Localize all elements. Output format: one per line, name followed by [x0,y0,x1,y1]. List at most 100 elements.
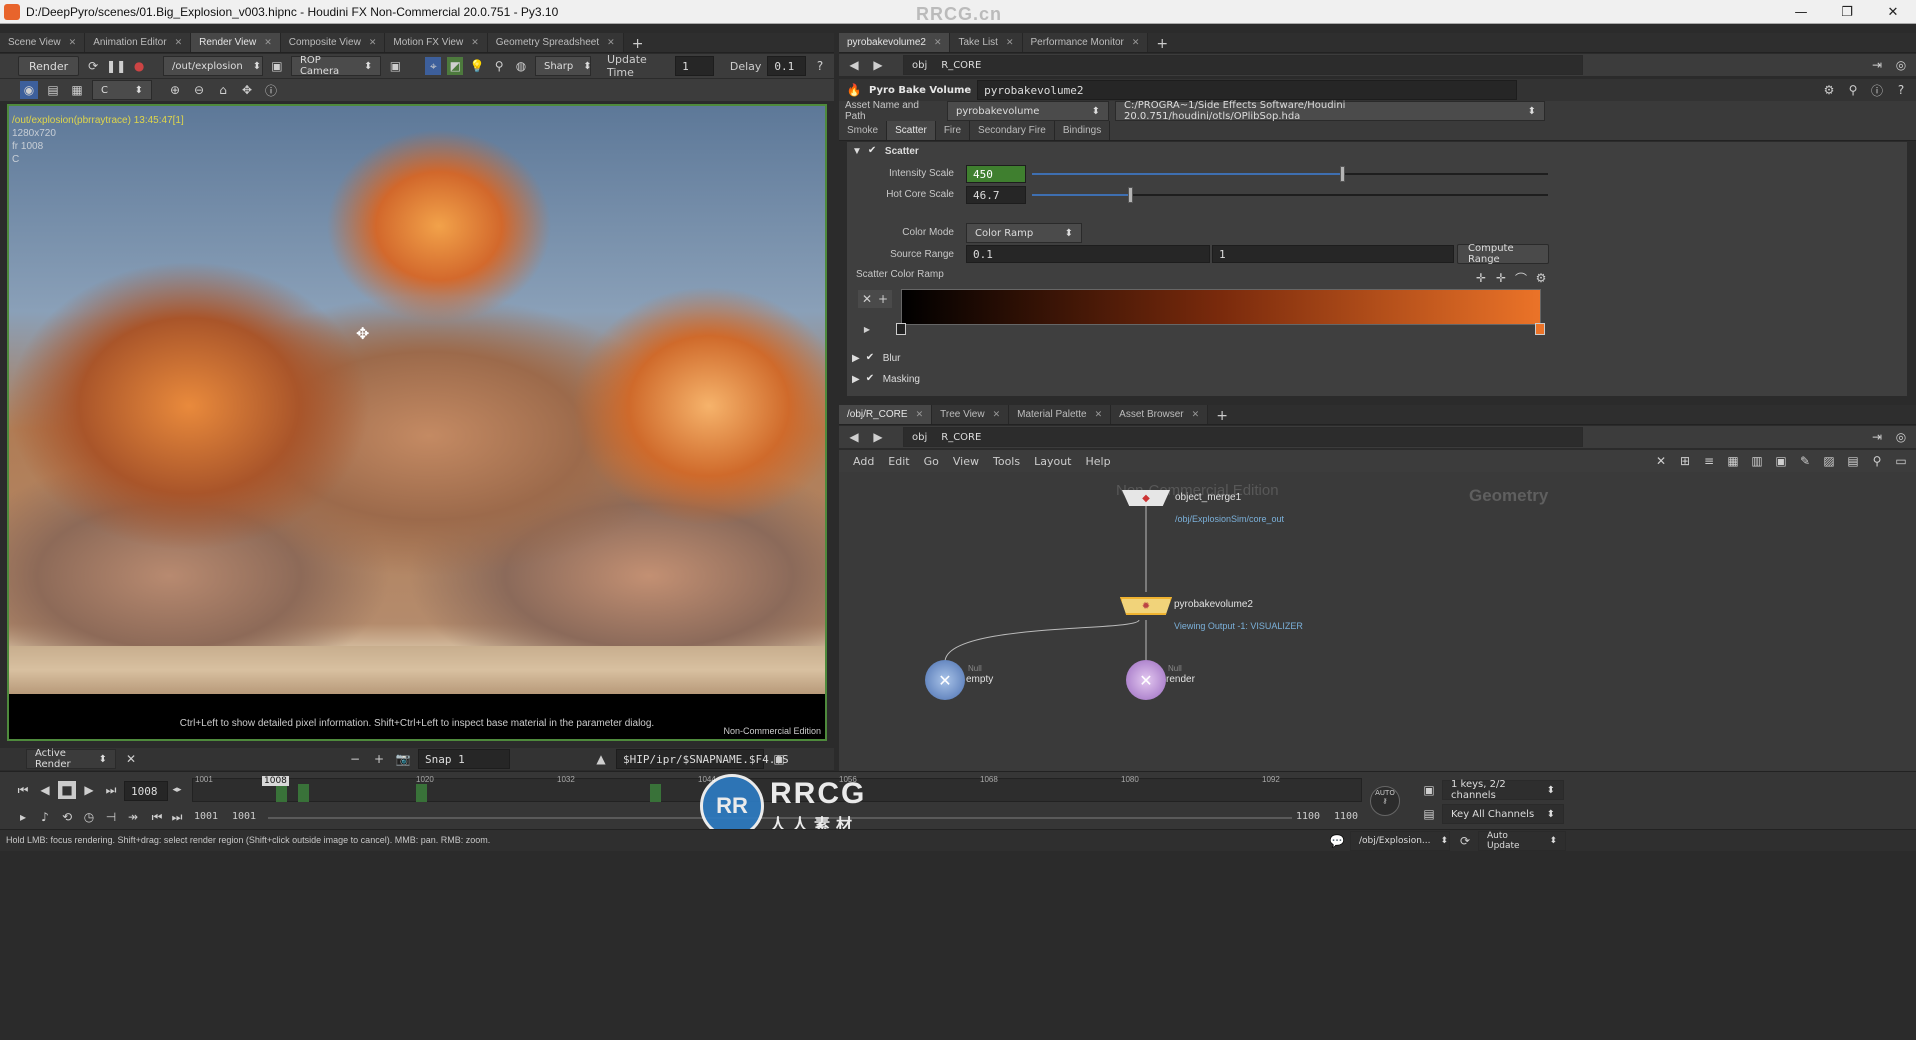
auto-update-dropdown[interactable]: Auto Update ⬍ [1478,831,1566,851]
r-core-crumb[interactable]: R_CORE [941,60,981,71]
view-mode-icon[interactable]: ◉ [20,81,38,99]
key-all-channels-dropdown[interactable]: Key All Channels ⬍ [1442,804,1564,824]
compare-icon[interactable]: ▤ [44,81,62,99]
insert-key-icon[interactable]: ✛ [1492,269,1510,287]
select-tool-icon[interactable]: ▸ [14,808,32,826]
tab-render-view[interactable]: Render View ✕ [191,33,281,52]
grid-small-icon[interactable]: ▥ [1748,452,1766,470]
menu-help[interactable]: Help [1086,455,1111,468]
scatter-section-header[interactable]: ▼ ✔ Scatter [852,146,919,158]
close-tab-icon[interactable]: ✕ [1132,37,1140,48]
tab-geometry-spreadsheet[interactable]: Geometry Spreadsheet ✕ [487,33,624,52]
rop-path-dropdown[interactable]: /out/explosion ⬍ [163,56,264,76]
search-icon[interactable]: ⚲ [1844,81,1862,99]
pyrobakevolume-node[interactable]: ✹ [1120,597,1172,615]
box-icon[interactable]: ▤ [1844,452,1862,470]
hotcore-slider-handle[interactable] [1128,187,1133,203]
ramp-key-start[interactable] [896,323,906,335]
tab-animation-editor[interactable]: Animation Editor ✕ [85,33,192,52]
update-time-field[interactable]: 1 [675,56,714,76]
ramp-gear-icon[interactable]: ⚙ [1532,269,1550,287]
info-icon[interactable]: ⓘ [1868,81,1886,99]
audio-icon[interactable]: ♪ [36,808,54,826]
zoom-icon[interactable]: ⚲ [1868,452,1886,470]
range-end-field[interactable]: 1100 [1296,811,1320,822]
tab-scene-view[interactable]: Scene View ✕ [0,33,86,52]
play-reverse-icon[interactable]: ◀ [36,781,54,799]
range-end-field-2[interactable]: 1100 [1334,811,1358,822]
clear-icon[interactable]: ✕ [122,750,140,768]
close-tab-icon[interactable]: ✕ [607,37,615,48]
display-icon[interactable]: ▭ [1892,452,1910,470]
tab-asset-browser[interactable]: Asset Browser ✕ [1111,405,1209,424]
asset-path-dropdown[interactable]: C:/PROGRA~1/Side Effects Software/Houdin… [1115,100,1545,122]
snap-field[interactable]: Snap 1 [418,749,510,769]
snapshot-camera-icon[interactable]: 📷 [394,750,412,768]
last-frame-icon[interactable]: ⏭ [102,781,120,799]
close-window-button[interactable]: ✕ [1870,0,1916,24]
intensity-slider-handle[interactable] [1340,166,1345,182]
keys-icon[interactable]: ▣ [1420,781,1438,799]
expand-arrow-icon[interactable]: ▼ [852,146,862,157]
close-tab-icon[interactable]: ✕ [993,409,1001,420]
minimize-button[interactable]: — [1778,0,1824,24]
channel-dropdown[interactable]: C ⬍ [92,80,152,100]
tab-tree-view[interactable]: Tree View ✕ [932,405,1010,424]
curve-icon[interactable]: ⌒ [1512,269,1530,287]
info-icon[interactable]: ⓘ [262,81,280,99]
loop-icon[interactable]: ⟲ [58,808,76,826]
asset-name-dropdown[interactable]: pyrobakevolume ⬍ [947,101,1109,121]
source-range-min-field[interactable]: 0.1 [966,245,1210,263]
next-key-icon[interactable]: ⏭ [168,808,186,826]
first-frame-icon[interactable]: ⏮ [14,781,32,799]
minus-icon[interactable]: − [346,750,364,768]
range-icon[interactable]: ⊣ [102,808,120,826]
auto-key-button[interactable]: AUTO ⚷ [1370,786,1400,816]
network-path-field[interactable]: obj R_CORE [903,427,1583,447]
step-key-icon[interactable]: ↠ [124,808,142,826]
list-icon[interactable]: ≡ [1700,452,1718,470]
help-icon[interactable]: ? [812,57,828,75]
render-button[interactable]: Render [18,56,80,76]
camera-select-icon[interactable]: ▣ [387,57,403,75]
close-tab-icon[interactable]: ✕ [1006,37,1014,48]
masking-section-header[interactable]: ▶ ✔ Masking [852,374,920,386]
snapshot-path-field[interactable]: $HIP/ipr/$SNAPNAME.$F4.$S [616,749,789,769]
object-merge-name[interactable]: object_merge1 [1175,492,1241,503]
tree-icon[interactable]: ⊞ [1676,452,1694,470]
help-icon[interactable]: ? [1892,81,1910,99]
sphere-icon[interactable]: ◍ [513,57,529,75]
sticky-note-icon[interactable]: ✎ [1796,452,1814,470]
menu-go[interactable]: Go [924,455,939,468]
r-core-crumb[interactable]: R_CORE [941,432,981,443]
tab-composite-view[interactable]: Composite View ✕ [280,33,386,52]
tab-obj-r-core[interactable]: /obj/R_CORE ✕ [839,405,933,424]
link-icon[interactable]: ◎ [1892,56,1910,74]
play-icon[interactable]: ▶ [80,781,98,799]
tab-pyrobakevolume2[interactable]: pyrobakevolume2 ✕ [839,33,951,52]
tab-material-palette[interactable]: Material Palette ✕ [1009,405,1112,424]
add-tab-icon[interactable]: + [1208,408,1236,424]
filter-dropdown[interactable]: Sharp ⬍ [534,56,592,76]
wrench-icon[interactable]: ✕ [1652,452,1670,470]
keys-channels-dropdown[interactable]: 1 keys, 2/2 channels ⬍ [1442,779,1564,801]
frame-icon[interactable]: ✥ [238,81,256,99]
blur-section-header[interactable]: ▶ ✔ Blur [852,353,901,365]
menu-edit[interactable]: Edit [888,455,909,468]
step-icon[interactable]: ◂▸ [168,781,186,799]
render-node-name[interactable]: render [1166,674,1195,685]
enable-checkbox[interactable]: ✔ [866,353,877,364]
pause-icon[interactable]: ❚❚ [106,57,126,75]
enable-checkbox[interactable]: ✔ [868,146,879,157]
zoom-in-icon[interactable]: ⊕ [166,81,184,99]
grid-icon[interactable]: ▦ [1724,452,1742,470]
tab-scatter[interactable]: Scatter [887,121,936,140]
update-icon[interactable]: ⟳ [1456,832,1474,850]
keyframe-marker[interactable] [650,784,661,802]
keyframe-marker[interactable] [298,784,309,802]
close-tab-icon[interactable]: ✕ [175,37,183,48]
empty-node-name[interactable]: empty [966,674,993,685]
obj-crumb[interactable]: obj [912,60,927,71]
save-snapshot-icon[interactable]: ▣ [770,750,788,768]
stop-icon[interactable]: ■ [58,781,76,799]
